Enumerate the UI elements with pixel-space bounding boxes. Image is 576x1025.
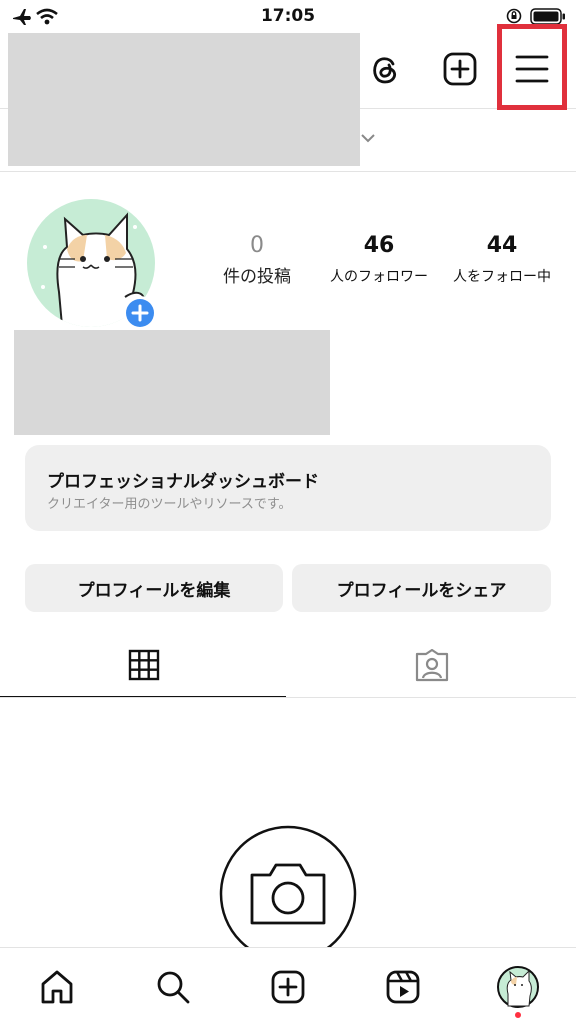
following-count: 44 <box>486 233 518 258</box>
status-time: 17:05 <box>260 6 316 26</box>
dashboard-subtitle: クリエイター用のツールやリソースです。 <box>47 497 292 512</box>
edit-profile-button[interactable]: プロフィールを編集 <box>25 564 283 612</box>
share-profile-button[interactable]: プロフィールをシェア <box>292 564 551 612</box>
add-story-icon[interactable] <box>122 295 158 335</box>
username-redacted-lower <box>8 108 360 166</box>
create-post-icon[interactable] <box>442 51 478 87</box>
create-icon[interactable] <box>270 969 306 1005</box>
search-icon[interactable] <box>155 969 191 1005</box>
reels-icon[interactable] <box>385 969 421 1005</box>
threads-icon[interactable] <box>367 52 403 88</box>
header-bottom-divider <box>0 171 576 172</box>
camera-icon <box>219 825 357 967</box>
notification-dot <box>515 1012 521 1018</box>
posts-count: 0 <box>250 233 264 258</box>
tagged-icon[interactable] <box>414 648 450 687</box>
chevron-down-icon[interactable] <box>360 129 376 148</box>
stat-followers[interactable]: 46 人のフォロワー <box>318 233 440 286</box>
professional-dashboard[interactable]: プロフェッショナルダッシュボード クリエイター用のツールやリソースです。 <box>25 445 551 531</box>
status-bar: 17:05 <box>0 0 576 32</box>
bio-redacted <box>14 330 330 435</box>
grid-icon[interactable] <box>128 649 160 685</box>
tabs-divider <box>0 697 576 698</box>
stat-posts[interactable]: 0 件の投稿 <box>205 233 309 287</box>
dashboard-title: プロフェッショナルダッシュボード <box>47 472 319 492</box>
home-icon[interactable] <box>39 969 75 1005</box>
followers-count: 46 <box>363 233 395 258</box>
stat-following[interactable]: 44 人をフォロー中 <box>441 233 563 286</box>
followers-label: 人のフォロワー <box>330 269 428 285</box>
posts-label: 件の投稿 <box>223 267 291 287</box>
profile-avatar[interactable] <box>497 966 539 1008</box>
following-label: 人をフォロー中 <box>453 269 551 285</box>
menu-icon[interactable] <box>514 52 550 86</box>
